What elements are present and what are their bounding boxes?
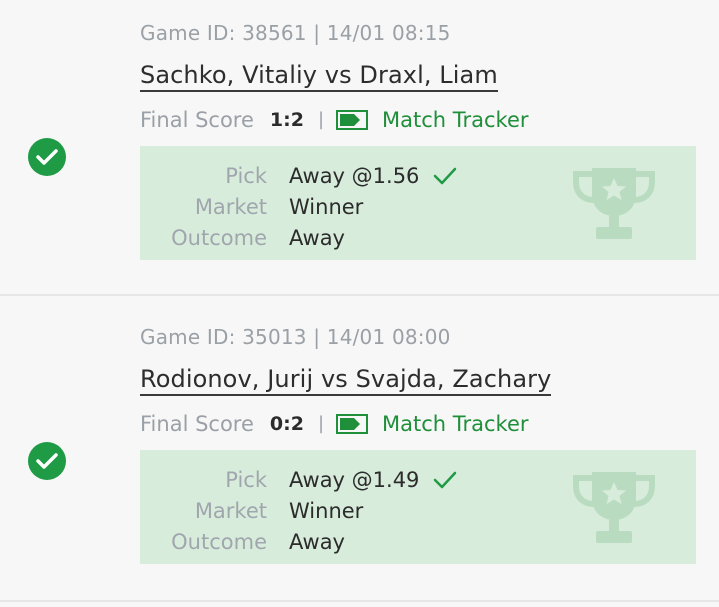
match-tracker-link[interactable]: Match Tracker	[382, 106, 529, 134]
final-score-value: 1:2	[269, 109, 304, 131]
score-row: Final Score 1:2 | Match Tracker	[140, 106, 696, 134]
separator: |	[317, 109, 325, 130]
match-tracker-link[interactable]: Match Tracker	[382, 410, 529, 438]
match-title-link[interactable]: Sachko, Vitaliy vs Draxl, Liam	[140, 60, 498, 92]
pick-label: Pick	[225, 467, 267, 492]
final-score-label: Final Score	[140, 412, 254, 436]
game-meta: Game ID: 35013 | 14/01 08:00	[140, 325, 451, 349]
bet-content: Game ID: 35013 | 14/01 08:00 Rodionov, J…	[140, 324, 696, 564]
match-tracker-icon[interactable]	[336, 414, 369, 434]
check-circle-icon	[28, 138, 66, 176]
outcome-label: Outcome	[171, 529, 267, 554]
pick-label: Pick	[225, 163, 267, 188]
outcome-label: Outcome	[171, 225, 267, 250]
check-icon	[433, 165, 459, 187]
trophy-icon	[573, 168, 655, 239]
check-circle-icon	[28, 442, 66, 480]
market-value: Winner	[289, 498, 364, 523]
final-score-value: 0:2	[269, 413, 304, 435]
pick-value: Away @1.49	[289, 467, 420, 492]
game-meta: Game ID: 38561 | 14/01 08:15	[140, 21, 451, 45]
market-label: Market	[194, 498, 267, 523]
pick-details: Pick Away @1.56 Market Winner Outcome Aw…	[140, 146, 696, 260]
bet-list: Game ID: 38561 | 14/01 08:15 Sachko, Vit…	[0, 0, 719, 602]
final-score-label: Final Score	[140, 108, 254, 132]
pick-value: Away @1.56	[289, 163, 420, 188]
score-row: Final Score 0:2 | Match Tracker	[140, 410, 696, 438]
bet-card: Game ID: 38561 | 14/01 08:15 Sachko, Vit…	[0, 0, 719, 296]
separator: |	[317, 413, 325, 434]
match-title-link[interactable]: Rodionov, Jurij vs Svajda, Zachary	[140, 364, 552, 396]
trophy-icon	[573, 472, 655, 543]
bet-card: Game ID: 35013 | 14/01 08:00 Rodionov, J…	[0, 296, 719, 602]
check-icon	[433, 469, 459, 491]
bet-content: Game ID: 38561 | 14/01 08:15 Sachko, Vit…	[140, 20, 696, 260]
match-tracker-icon[interactable]	[336, 110, 369, 130]
outcome-value: Away	[289, 225, 345, 250]
market-value: Winner	[289, 194, 364, 219]
outcome-value: Away	[289, 529, 345, 554]
market-label: Market	[194, 194, 267, 219]
pick-details: Pick Away @1.49 Market Winner Outcome Aw…	[140, 450, 696, 564]
